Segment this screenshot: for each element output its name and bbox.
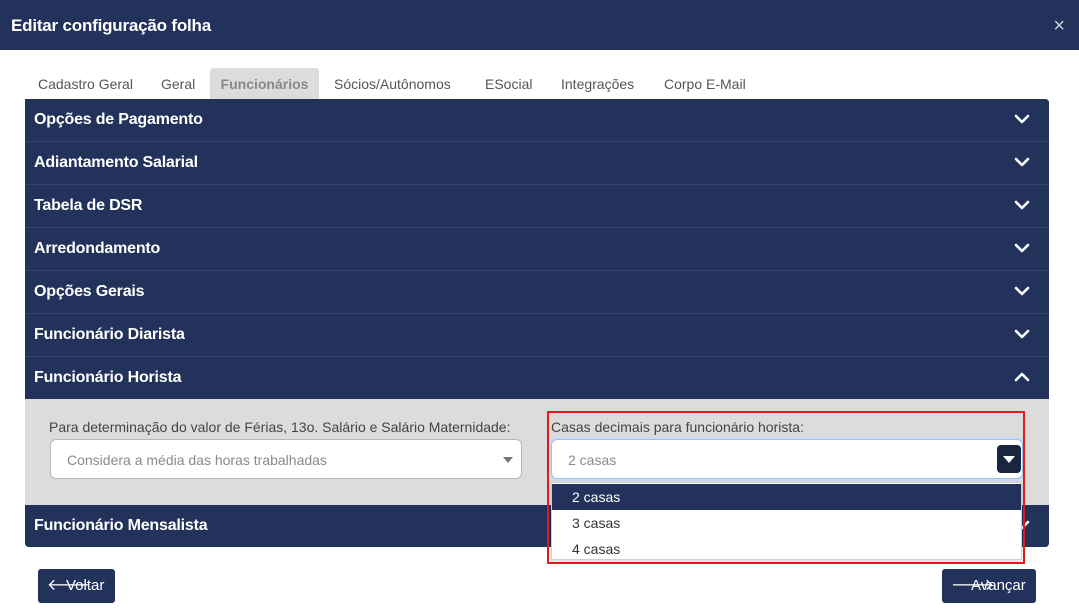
chevron-down-icon xyxy=(1014,157,1030,167)
option-2-casas[interactable]: 2 casas xyxy=(552,484,1021,510)
back-button[interactable]: 🡐 Voltar xyxy=(38,569,115,603)
section-label: Funcionário Diarista xyxy=(34,326,185,343)
section-arredondamento[interactable]: Arredondamento xyxy=(25,228,1049,271)
option-label: 4 casas xyxy=(572,541,621,557)
tab-socios-autonomos[interactable]: Sócios/Autônomos xyxy=(334,68,451,99)
chevron-up-icon xyxy=(1014,372,1030,382)
option-label: 2 casas xyxy=(572,489,621,505)
tab-corpo-email[interactable]: Corpo E-Mail xyxy=(664,68,746,99)
settings-accordion: Opções de Pagamento Adiantamento Salaria… xyxy=(25,99,1049,547)
chevron-down-icon xyxy=(1014,114,1030,124)
section-label: Funcionário Horista xyxy=(34,369,182,386)
section-adiantamento-salarial[interactable]: Adiantamento Salarial xyxy=(25,142,1049,185)
option-label: 3 casas xyxy=(572,515,621,531)
ferias-select[interactable]: Considera a média das horas trabalhadas xyxy=(50,439,522,479)
section-funcionario-horista[interactable]: Funcionário Horista xyxy=(25,357,1049,400)
chevron-down-icon xyxy=(1014,329,1030,339)
chevron-down-icon xyxy=(1014,243,1030,253)
caret-down-icon xyxy=(1003,456,1015,463)
next-button-label: Avançar xyxy=(971,577,1026,594)
section-opcoes-gerais[interactable]: Opções Gerais xyxy=(25,271,1049,314)
edit-config-modal: Editar configuração folha × Cadastro Ger… xyxy=(0,0,1079,614)
decimais-select[interactable]: 2 casas xyxy=(551,439,1023,479)
chevron-down-icon xyxy=(1014,200,1030,210)
option-4-casas[interactable]: 4 casas xyxy=(552,536,1021,562)
section-opcoes-pagamento[interactable]: Opções de Pagamento xyxy=(25,99,1049,142)
dropdown-toggle-button[interactable] xyxy=(997,445,1021,473)
option-3-casas[interactable]: 3 casas xyxy=(552,510,1021,536)
tab-funcionarios[interactable]: Funcionários xyxy=(210,68,319,99)
section-label: Opções de Pagamento xyxy=(34,111,203,128)
tab-esocial[interactable]: ESocial xyxy=(485,68,532,99)
section-tabela-dsr[interactable]: Tabela de DSR xyxy=(25,185,1049,228)
ferias-select-value: Considera a média das horas trabalhadas xyxy=(67,452,327,468)
modal-header: Editar configuração folha × xyxy=(0,0,1079,50)
next-button[interactable]: 🡒 Avançar xyxy=(942,569,1036,603)
ferias-label: Para determinação do valor de Férias, 13… xyxy=(49,419,511,435)
tab-geral[interactable]: Geral xyxy=(161,68,195,99)
decimais-label: Casas decimais para funcionário horista: xyxy=(551,419,804,435)
tab-cadastro-geral[interactable]: Cadastro Geral xyxy=(38,68,133,99)
section-label: Tabela de DSR xyxy=(34,197,143,214)
chevron-down-icon xyxy=(1014,286,1030,296)
section-label: Funcionário Mensalista xyxy=(34,517,208,534)
section-label: Arredondamento xyxy=(34,240,161,257)
section-label: Adiantamento Salarial xyxy=(34,154,198,171)
caret-down-icon xyxy=(503,457,513,463)
tab-integracoes[interactable]: Integrações xyxy=(561,68,634,99)
back-button-label: Voltar xyxy=(66,577,105,594)
section-label: Opções Gerais xyxy=(34,283,145,300)
decimais-select-value: 2 casas xyxy=(568,452,617,468)
close-icon[interactable]: × xyxy=(1053,16,1065,36)
modal-title: Editar configuração folha xyxy=(11,16,211,35)
section-funcionario-diarista[interactable]: Funcionário Diarista xyxy=(25,314,1049,357)
decimais-dropdown-list: 2 casas 3 casas 4 casas xyxy=(551,482,1022,560)
